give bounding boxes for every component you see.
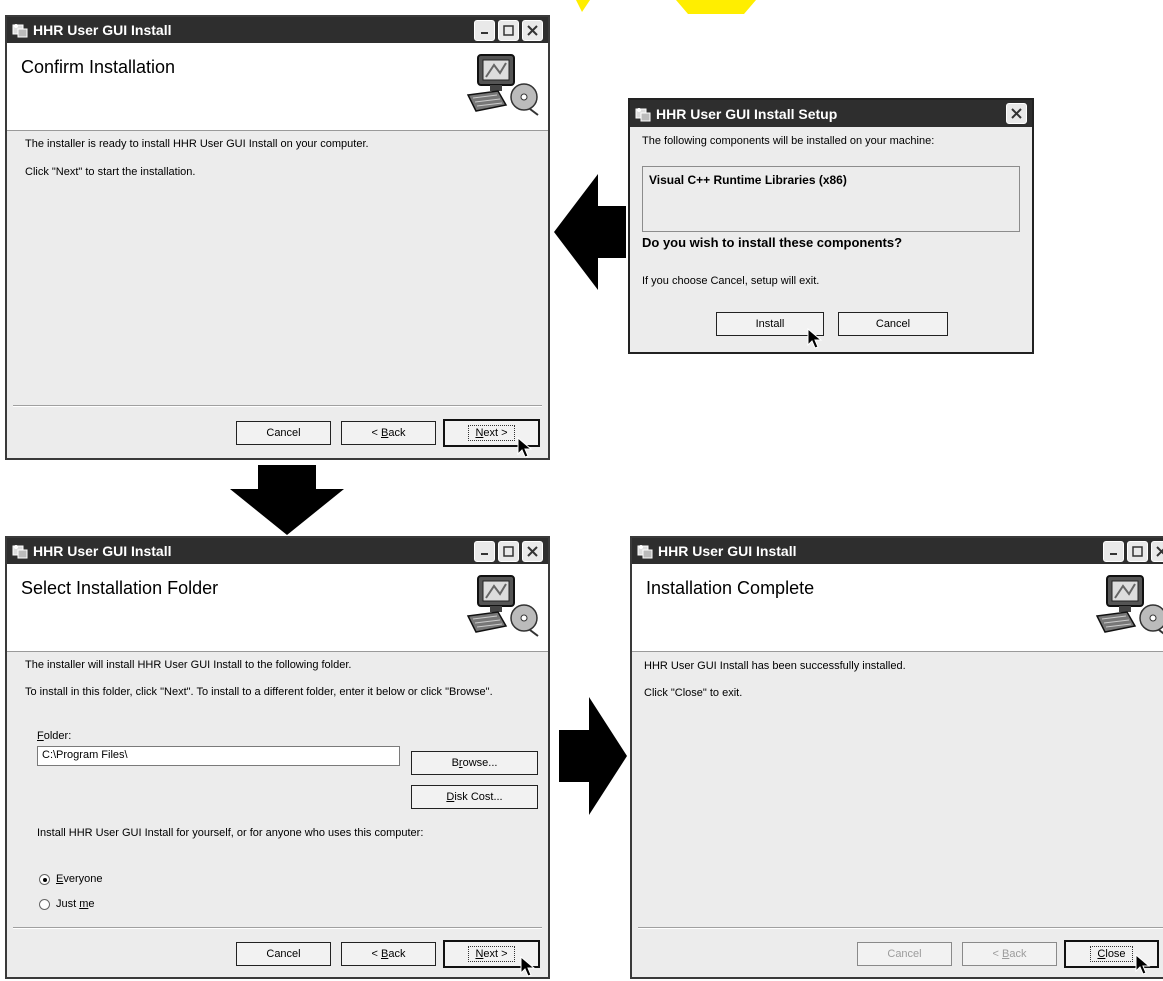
instruction-message: Click "Next" to start the installation.	[25, 166, 196, 178]
left-arrow-icon	[554, 174, 626, 290]
install-scope-question: Install HHR User GUI Install for yoursel…	[37, 827, 424, 839]
install-question: Do you wish to install these components?	[642, 235, 903, 250]
dialog-header: Select Installation Folder	[7, 564, 548, 652]
maximize-button[interactable]	[1127, 540, 1148, 562]
close-icon	[527, 24, 538, 36]
cancel-button[interactable]: Cancel	[236, 942, 331, 966]
maximize-icon	[1132, 545, 1143, 557]
computer-setup-icon	[464, 572, 540, 640]
title-bar[interactable]: HHR User GUI Install	[7, 538, 548, 564]
back-button-label: < Back	[371, 427, 406, 439]
close-icon	[1011, 108, 1022, 119]
maximize-button[interactable]	[498, 19, 519, 41]
window-title: HHR User GUI Install	[33, 22, 172, 38]
maximize-button[interactable]	[498, 540, 519, 562]
close-button-label: Close	[1090, 946, 1133, 962]
folder-path-input[interactable]: C:\Program Files\	[37, 746, 400, 766]
window-title: HHR User GUI Install Setup	[656, 105, 838, 122]
divider	[13, 927, 542, 929]
back-button-label: < Back	[992, 948, 1027, 960]
installer-app-icon	[12, 543, 28, 559]
setup-prerequisites-window: HHR User GUI Install Setup The following…	[628, 98, 1034, 354]
computer-setup-icon	[1093, 572, 1163, 640]
maximize-icon	[503, 545, 514, 557]
installer-app-icon	[637, 543, 653, 559]
folder-instructions: To install in this folder, click "Next".…	[25, 686, 493, 698]
back-button[interactable]: < Back	[341, 942, 436, 966]
folder-label: Folder:	[37, 730, 72, 742]
cancel-note: If you choose Cancel, setup will exit.	[642, 275, 820, 287]
dialog-header: Installation Complete	[632, 564, 1163, 652]
yellow-highlight-marks	[576, 0, 756, 14]
minimize-icon	[480, 32, 488, 34]
installation-complete-window: HHR User GUI Install Installation Comple…	[630, 536, 1163, 979]
back-button-label: < Back	[371, 948, 406, 960]
success-message: HHR User GUI Install has been successful…	[644, 660, 906, 672]
next-button-label: Next >	[468, 425, 515, 441]
divider	[638, 927, 1163, 929]
minimize-icon	[1109, 553, 1117, 555]
radio-selected-indicator	[39, 873, 50, 885]
window-title: HHR User GUI Install	[33, 543, 172, 559]
computer-setup-icon	[464, 51, 540, 119]
browse-button-label: Browse...	[451, 757, 498, 769]
minimize-button[interactable]	[1103, 540, 1124, 562]
everyone-label: Everyone	[56, 873, 103, 885]
mouse-cursor-icon	[517, 437, 533, 459]
minimize-icon	[480, 553, 488, 555]
right-arrow-icon	[559, 697, 627, 815]
close-button[interactable]	[1006, 103, 1027, 124]
confirm-installation-window: HHR User GUI Install Confirm Installatio…	[5, 15, 550, 460]
back-button[interactable]: < Back	[962, 942, 1057, 966]
page-title: Installation Complete	[646, 578, 815, 598]
down-arrow-icon	[230, 465, 344, 535]
components-list: Visual C++ Runtime Libraries (x86)	[642, 166, 1020, 232]
just-me-radio[interactable]: Just me	[39, 898, 95, 910]
setup-app-icon	[635, 106, 651, 122]
components-intro: The following components will be install…	[642, 135, 935, 147]
just-me-label: Just me	[56, 898, 95, 910]
folder-info: The installer will install HHR User GUI …	[25, 659, 352, 671]
browse-button[interactable]: Browse...	[411, 751, 538, 775]
next-button-label: Next >	[468, 946, 515, 962]
mouse-cursor-icon	[520, 956, 536, 978]
close-button[interactable]	[1151, 540, 1163, 562]
radio-indicator	[39, 898, 50, 910]
page-title: Confirm Installation	[21, 57, 176, 77]
back-button[interactable]: < Back	[341, 421, 436, 445]
mouse-cursor-icon	[807, 328, 823, 350]
close-icon	[527, 545, 538, 557]
close-icon	[1156, 545, 1163, 557]
select-folder-window: HHR User GUI Install Select Installation…	[5, 536, 550, 979]
cancel-button[interactable]: Cancel	[857, 942, 952, 966]
maximize-icon	[503, 24, 514, 36]
close-instruction: Click "Close" to exit.	[644, 687, 743, 699]
page-title: Select Installation Folder	[21, 578, 219, 598]
minimize-button[interactable]	[474, 540, 495, 562]
window-title: HHR User GUI Install	[658, 543, 797, 559]
title-bar[interactable]: HHR User GUI Install	[632, 538, 1163, 564]
close-button[interactable]	[522, 540, 543, 562]
disk-cost-button-label: Disk Cost...	[446, 791, 503, 803]
title-bar[interactable]: HHR User GUI Install	[7, 17, 548, 43]
installer-app-icon	[12, 22, 28, 38]
everyone-radio[interactable]: Everyone	[39, 873, 102, 885]
cancel-button[interactable]: Cancel	[838, 312, 948, 336]
component-item: Visual C++ Runtime Libraries (x86)	[649, 173, 847, 187]
title-bar[interactable]: HHR User GUI Install Setup	[630, 100, 1032, 127]
disk-cost-button[interactable]: Disk Cost...	[411, 785, 538, 809]
cancel-button[interactable]: Cancel	[236, 421, 331, 445]
divider	[13, 405, 542, 407]
close-button[interactable]	[522, 19, 543, 41]
ready-message: The installer is ready to install HHR Us…	[25, 138, 369, 150]
mouse-cursor-icon	[1135, 954, 1151, 976]
dialog-header: Confirm Installation	[7, 43, 548, 131]
minimize-button[interactable]	[474, 19, 495, 41]
